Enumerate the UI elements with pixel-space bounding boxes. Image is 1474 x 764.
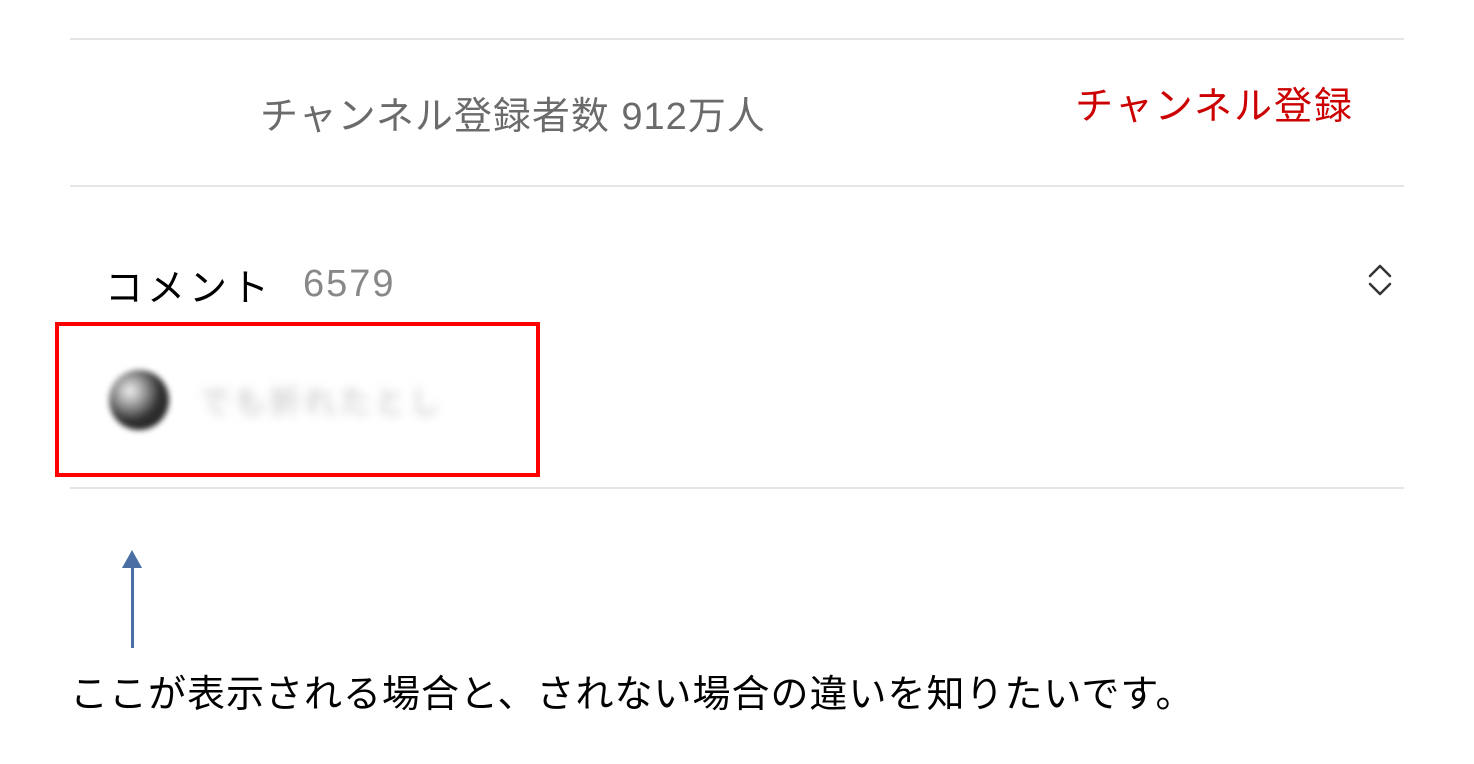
channel-info-row: チャンネル登録者数 912万人 チャンネル登録: [0, 40, 1474, 185]
comments-section[interactable]: コメント 6579 でも折れたとし: [0, 257, 1474, 477]
subscriber-count: チャンネル登録者数 912万人: [260, 85, 766, 140]
commenter-avatar[interactable]: [109, 370, 169, 430]
comments-label: コメント: [105, 257, 273, 312]
subscribe-button[interactable]: チャンネル登録: [1075, 75, 1354, 130]
arrow-line: [131, 568, 134, 648]
comment-preview-text: でも折れたとし: [199, 377, 444, 423]
divider-middle: [70, 185, 1404, 187]
comments-header: コメント 6579: [105, 257, 1404, 312]
annotation-highlight-box: でも折れたとし: [55, 322, 540, 477]
expand-collapse-icon[interactable]: [1366, 262, 1394, 298]
divider-bottom: [70, 487, 1404, 489]
arrow-head-icon: [122, 550, 142, 568]
annotation-arrow: [122, 550, 142, 648]
comments-count: 6579: [303, 263, 396, 306]
annotation-caption: ここが表示される場合と、されない場合の違いを知りたいです。: [70, 663, 1195, 718]
